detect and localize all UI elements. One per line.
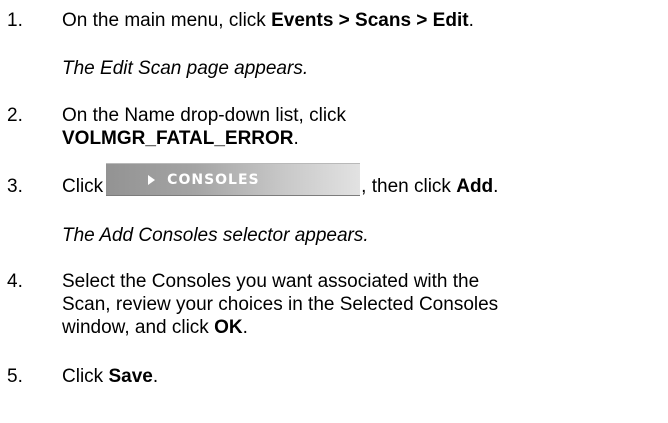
step-number: 1.: [7, 10, 23, 31]
step-instruction: Select the Consoles you want associated …: [62, 271, 499, 338]
menu-path: Events > Scans > Edit: [271, 10, 469, 31]
step-instruction: Click CONSOLES, then click Add.: [62, 163, 662, 198]
step-instruction: On the Name drop-down list, click VOLMGR…: [62, 105, 347, 149]
step-3-result: The Add Consoles selector appears.: [62, 225, 369, 246]
step-instruction: Click Save.: [62, 366, 159, 387]
consoles-button-label: CONSOLES: [167, 171, 260, 188]
scan-name-value: VOLMGR_FATAL_ERROR: [62, 128, 294, 149]
step-1-result: The Edit Scan page appears.: [62, 58, 309, 79]
add-label: Add: [456, 176, 494, 197]
step-instruction: On the main menu, click Events > Scans >…: [62, 10, 474, 31]
consoles-section-button: CONSOLES: [106, 163, 361, 196]
procedure-document: 1. On the main menu, click Events > Scan…: [0, 0, 668, 423]
ok-label: OK: [214, 317, 243, 338]
step-number: 3.: [7, 176, 23, 197]
save-label: Save: [108, 366, 153, 387]
step-number: 5.: [7, 366, 23, 387]
triangle-right-icon: [148, 174, 156, 185]
step-number: 4.: [7, 271, 23, 292]
step-number: 2.: [7, 105, 23, 126]
